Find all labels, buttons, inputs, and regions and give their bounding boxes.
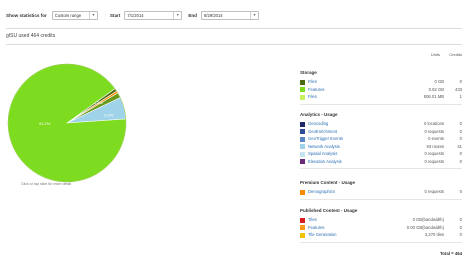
legend-label[interactable]: Elevation Analysis [308, 159, 342, 165]
color-swatch [300, 129, 305, 134]
credits-value: 1 [459, 94, 462, 99]
legend-row[interactable]: Files 506.01 MB 1 [300, 94, 462, 100]
units-value: 0 GB(bandwidth) [412, 217, 444, 222]
legend-label[interactable]: GeoTrigger Events [308, 136, 343, 142]
credits-value: 0 [459, 189, 462, 194]
section-title: Analytics - Usage [300, 112, 338, 117]
units-value: 0 requests [424, 189, 444, 194]
credits-pie-chart[interactable]: 6.3%6.0%91.2% [0, 0, 300, 200]
units-value: 0 GB [434, 79, 444, 84]
units-value: 0.92 GB [428, 86, 444, 92]
color-swatch [300, 151, 305, 157]
legend-label[interactable]: Tiles [308, 217, 317, 223]
legend-row[interactable]: Demographics 0 requests 0 [300, 189, 462, 195]
credits-value: 0 [459, 217, 462, 222]
color-swatch [300, 159, 305, 164]
credits-column-header: Credits [449, 52, 462, 57]
credits-value: 0 [459, 128, 462, 134]
credits-value: 0 [459, 121, 462, 126]
section-title: Published Content - Usage [300, 208, 358, 213]
units-value: 0 requests [424, 151, 444, 156]
pie-hint: Click or tap slice for more detail [21, 182, 72, 186]
legend-label[interactable]: Features [308, 87, 325, 93]
legend-label[interactable]: Files [308, 79, 317, 85]
legend-row[interactable]: Tiles 0 GB(bandwidth) 0 [300, 217, 462, 223]
section-title: Premium Content - Usage [300, 180, 356, 185]
units-value: 0 requests [424, 128, 444, 134]
units-value: 0 requests [424, 158, 444, 164]
legend-label[interactable]: Spatial Analysis [308, 151, 337, 157]
legend-row[interactable]: Files 0 GB 0 [300, 79, 462, 85]
credits-value: 0 [459, 224, 462, 230]
section-title: Storage [300, 70, 317, 75]
units-value: 0.00 GB(bandwidth) [406, 224, 444, 230]
credits-value: 433 [455, 86, 462, 92]
total-credits: Total = 464 [439, 251, 462, 256]
credits-value: 0 [459, 79, 462, 84]
units-value: 0 locations [423, 121, 444, 126]
legend-row[interactable]: Features 0.92 GB 433 [300, 87, 462, 93]
units-value: 506.01 MB [423, 94, 444, 99]
pie-slice[interactable] [7, 63, 127, 183]
color-swatch [300, 225, 305, 230]
section-divider [300, 198, 462, 200]
units-value: 0 events [428, 136, 444, 141]
legend-row[interactable]: Tile Generation 3,270 tiles 0 [300, 232, 462, 238]
color-swatch [300, 94, 305, 100]
section-divider [300, 168, 462, 169]
color-swatch [300, 232, 305, 238]
pie-slice-label: 6.0% [104, 113, 114, 118]
legend-label[interactable]: Geocoding [308, 121, 328, 127]
color-swatch [300, 136, 305, 142]
section-divider [300, 103, 462, 105]
color-swatch [300, 144, 305, 149]
credits-value: 0 [459, 151, 462, 156]
units-value: 83 routes [426, 143, 444, 149]
legend-row[interactable]: Spatial Analysis 0 requests 0 [300, 151, 462, 157]
credits-value: 41 [457, 143, 462, 149]
color-swatch [300, 189, 305, 195]
legend-label[interactable]: GeoEnrichment [308, 129, 337, 135]
legend-row[interactable]: Elevation Analysis 0 requests 0 [300, 159, 462, 165]
legend-label[interactable]: Tile Generation [308, 232, 336, 238]
color-swatch [300, 121, 305, 127]
color-swatch [300, 79, 305, 85]
color-swatch [300, 87, 305, 92]
pie-slice-label: 91.2% [39, 121, 51, 126]
color-swatch [300, 217, 305, 223]
credits-value: 0 [459, 158, 462, 164]
legend-row[interactable]: Geocoding 0 locations 0 [300, 121, 462, 127]
legend-row[interactable]: GeoTrigger Events 0 events 0 [300, 136, 462, 142]
section-divider [300, 241, 462, 243]
credits-value: 0 [459, 136, 462, 141]
units-column-header: Units [430, 52, 440, 57]
legend-label[interactable]: Files [308, 94, 317, 100]
legend-row[interactable]: GeoEnrichment 0 requests 0 [300, 129, 462, 135]
legend-label[interactable]: Features [308, 225, 325, 231]
legend-label[interactable]: Network Analysis [308, 144, 340, 150]
units-value: 3,270 tiles [424, 232, 444, 237]
legend-row[interactable]: Features 0.00 GB(bandwidth) 0 [300, 225, 462, 231]
legend-label[interactable]: Demographics [308, 189, 335, 195]
legend-row[interactable]: Network Analysis 83 routes 41 [300, 144, 462, 150]
credits-value: 0 [459, 232, 462, 237]
